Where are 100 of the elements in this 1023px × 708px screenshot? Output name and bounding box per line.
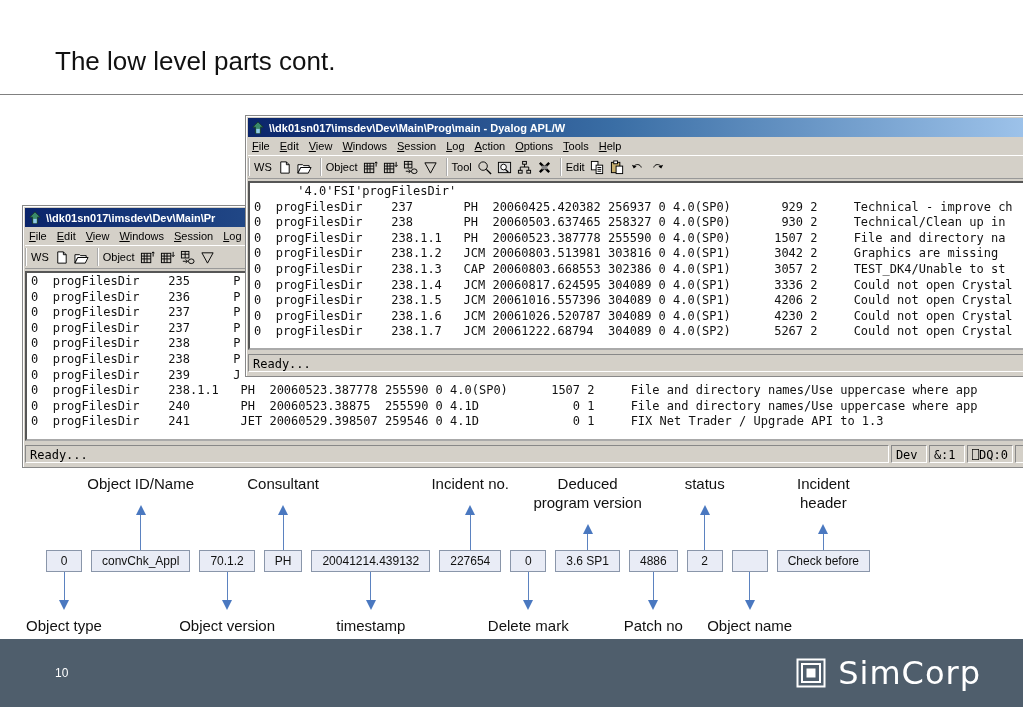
- toolbar-label: Object: [325, 161, 358, 173]
- field-label: Patch no: [623, 616, 683, 635]
- field-label: Incident no.: [431, 474, 509, 493]
- field-box: [731, 550, 768, 572]
- status-panel: ⎕DQ:0: [966, 445, 1013, 463]
- field-box: Check before: [776, 550, 871, 572]
- arrow: [818, 524, 829, 550]
- field-label: Deduced program version: [533, 474, 642, 512]
- output-line: 0 progFilesDir 238.1.3 CAP 20060803.668553 302386 0 4.0(SP1) 3057 2 TEST_DK4/Unable to st: [254, 261, 1006, 278]
- field-box: convChk_Appl: [91, 550, 191, 572]
- status-panel: &:1: [928, 445, 965, 463]
- arrow: [222, 572, 233, 610]
- app-icon: [251, 120, 265, 135]
- status-panel: Ready...: [25, 445, 889, 463]
- toolbar-label: WS: [254, 161, 272, 173]
- arrow: [278, 505, 289, 550]
- status-panel: Ready...: [248, 354, 1023, 372]
- logo-text: SimCorp: [838, 654, 981, 692]
- menu-item[interactable]: Edit: [279, 140, 299, 152]
- copy-icon[interactable]: [589, 159, 605, 175]
- menu-item[interactable]: Edit: [56, 230, 76, 242]
- arrow: [744, 572, 755, 610]
- output-line: 0 progFilesDir 238.1.5 JCM 20061016.557396 304089 0 4.0(SP1) 4206 2 Could not open Crystal: [254, 293, 1013, 309]
- table-icon[interactable]: [402, 159, 418, 175]
- app-icon: [28, 210, 42, 225]
- grid-icon[interactable]: [159, 249, 175, 265]
- output-line: 0 progFilesDir 241 JET 20060529.398507 259546 0 4.1D 0 1 FIX Net Trader / Upgrade API to 1.3: [31, 414, 884, 430]
- menu-item[interactable]: Action: [474, 140, 506, 152]
- field-label: Object ID/Name: [87, 474, 195, 493]
- window-title: \\dk01sn017\imsdev\Dev\Main\Pr: [46, 211, 216, 224]
- grid-icon[interactable]: [139, 249, 155, 265]
- field-box: 4886: [628, 550, 678, 572]
- output-line: 0 progFilesDir 237 P: [31, 305, 241, 321]
- triangle-icon[interactable]: [422, 159, 438, 175]
- output-line: 0 progFilesDir 237 PH 20060425.420382 256937 0 4.0(SP0) 929 2 Technical - improve ch: [254, 199, 1013, 216]
- grid-icon[interactable]: [362, 159, 378, 175]
- field-label: timestamp: [336, 616, 406, 635]
- toolbar-label: WS: [31, 251, 49, 263]
- arrow: [365, 572, 376, 610]
- menu-item[interactable]: Log: [446, 140, 465, 152]
- table-icon[interactable]: [179, 249, 195, 265]
- field-box: 70.1.2: [199, 550, 255, 572]
- window-title: \\dk01sn017\imsdev\Dev\Main\Prog\main - Dyalog APL/W: [269, 121, 566, 134]
- field-label: Consultant: [247, 474, 319, 493]
- output-line: 0 progFilesDir 236 P: [31, 289, 241, 306]
- output-line: 0 progFilesDir 238.1.4 JCM 20060817.624595 304089 0 4.0(SP1) 3336 2 Could not open Crystal: [254, 277, 1013, 294]
- window-search-icon[interactable]: [496, 159, 512, 175]
- arrow: [135, 505, 146, 550]
- output-line: 0 progFilesDir 238.1.1 PH 20060523.387778 255590 0 4.0(SP0) 1507 2 File and directory names/Use uppercase where app: [31, 383, 978, 399]
- menu-item[interactable]: Windows: [342, 140, 387, 152]
- arrow: [648, 572, 659, 610]
- arrow: [59, 572, 69, 610]
- menu-item[interactable]: Log: [223, 230, 242, 242]
- logo-icon: [796, 658, 827, 688]
- menu-item[interactable]: Tools: [563, 140, 589, 152]
- clipboard-icon[interactable]: [609, 159, 625, 175]
- grid-icon[interactable]: [382, 159, 398, 175]
- field-box: 20041214.439132: [311, 550, 431, 572]
- triangle-icon[interactable]: [199, 249, 215, 265]
- field-label: Delete mark: [487, 616, 569, 635]
- slide-title: The low level parts cont.: [55, 46, 337, 76]
- output-line: 0 progFilesDir 240 PH 20060523.38875 255590 0 4.1D 0 1 File and directory names/Use uppercase where app: [31, 398, 978, 415]
- page-number: 10: [55, 666, 69, 680]
- output-line: 0 progFilesDir 235 P: [31, 274, 241, 290]
- output-line: 0 progFilesDir 238 P: [31, 351, 241, 368]
- status-panel: Dev: [890, 445, 927, 463]
- toolbar-label: Edit: [565, 161, 585, 173]
- field-label: Incident header: [797, 474, 850, 512]
- field-label: Object type: [26, 616, 102, 635]
- output-line: 0 progFilesDir 238.1.6 JCM 20061026.520787 304089 0 4.0(SP1) 4230 2 Could not open Crystal: [254, 308, 1013, 325]
- output-line: 0 progFilesDir 238.1.2 JCM 20060803.513981 303816 0 4.0(SP1) 3042 2 Graphics are missing: [254, 246, 999, 262]
- field-box: PH: [263, 550, 303, 572]
- arrow: [465, 505, 476, 550]
- menu-item[interactable]: Session: [397, 140, 437, 152]
- menu-item[interactable]: View: [308, 140, 333, 152]
- arrow: [699, 505, 710, 550]
- search-icon[interactable]: [476, 159, 492, 175]
- hierarchy-icon[interactable]: [516, 159, 532, 175]
- menu-item[interactable]: File: [29, 230, 47, 242]
- menu-item[interactable]: Session: [174, 230, 214, 242]
- output-line: 0 progFilesDir 238 P: [31, 336, 241, 352]
- arrow: [582, 524, 593, 550]
- output-line: 0 progFilesDir 238 PH 20060503.637465 258327 0 4.0(SP0) 930 2 Technical/Clean up in: [254, 215, 1006, 231]
- arrow: [523, 572, 534, 610]
- menu-item[interactable]: View: [85, 230, 110, 242]
- menu-item[interactable]: Help: [598, 140, 622, 152]
- output-line: 0 progFilesDir 239 J: [31, 367, 241, 384]
- output-line: '4.0'FSI'progFilesDir': [296, 184, 457, 200]
- field-box: 3.6 SP1: [555, 550, 620, 572]
- menu-item[interactable]: Windows: [119, 230, 164, 242]
- menu-item[interactable]: File: [252, 140, 270, 152]
- output-line: 0 progFilesDir 238.1.1 PH 20060523.387778 255590 0 4.0(SP0) 1507 2 File and directory na: [254, 230, 1006, 247]
- output-line: 0 progFilesDir 238.1.7 JCM 20061222.68794 304089 0 4.0(SP2) 5267 2 Could not open Crystal: [254, 324, 1013, 340]
- field-label: Object version: [179, 616, 275, 635]
- field-box: 0: [510, 550, 547, 572]
- field-box: 0: [46, 550, 82, 572]
- cross-icon[interactable]: [536, 159, 552, 175]
- menu-item[interactable]: Options: [515, 140, 554, 152]
- field-label: status: [684, 474, 725, 493]
- toolbar-label: Object: [102, 251, 135, 263]
